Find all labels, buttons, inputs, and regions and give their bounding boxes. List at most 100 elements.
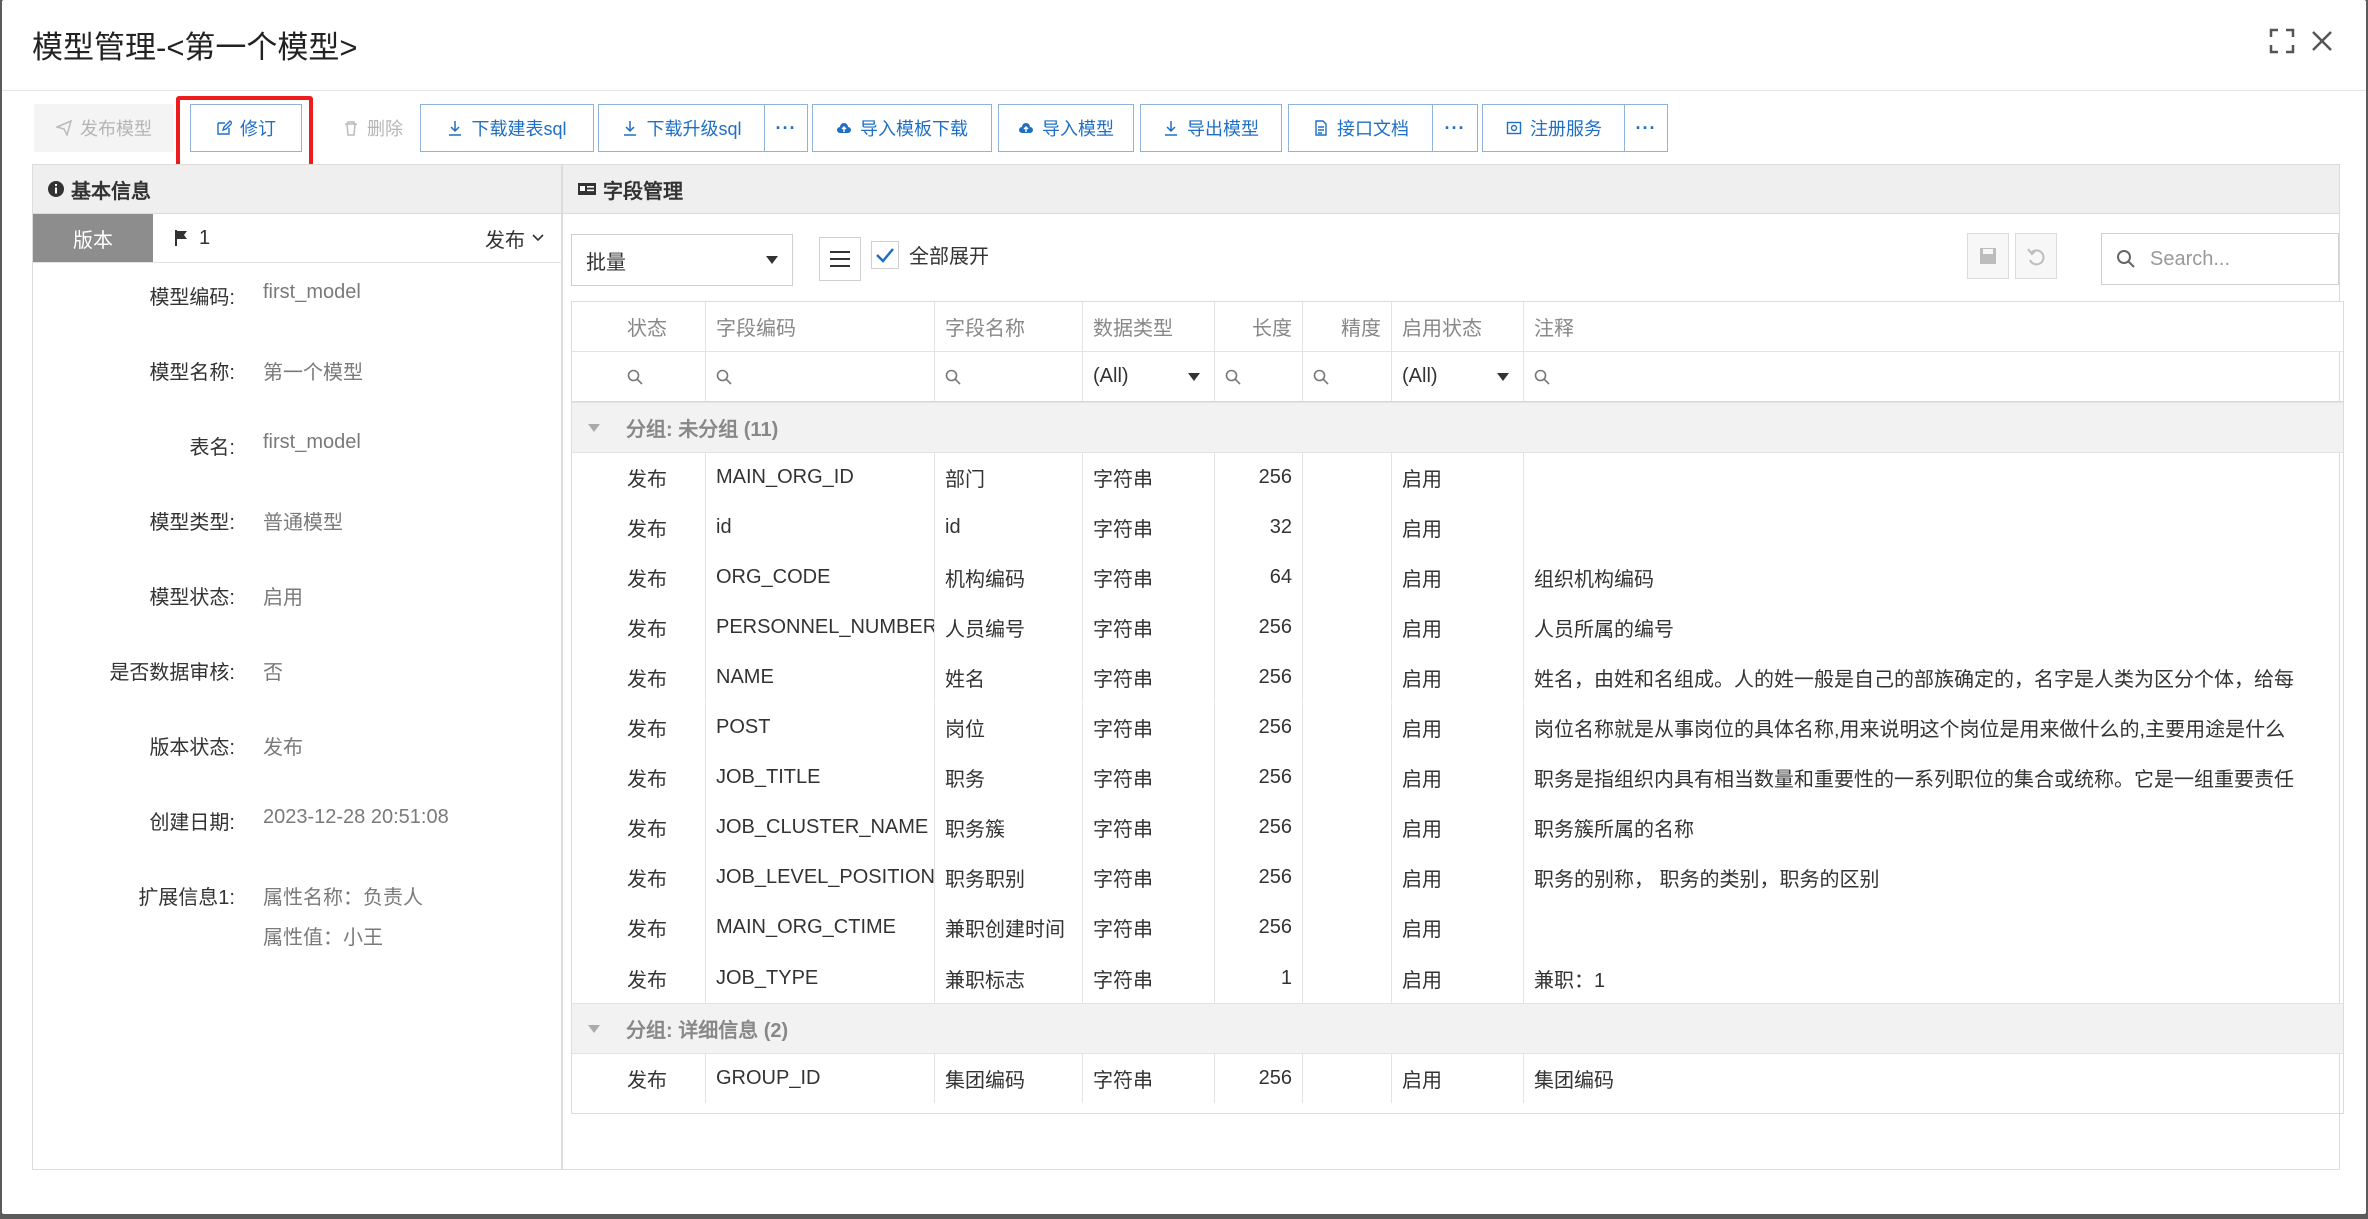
- version-status-select[interactable]: 发布: [485, 224, 561, 253]
- table-cell: 启用: [1392, 652, 1524, 703]
- table-row[interactable]: 发布 JOB_CLUSTER_NAME 职务簇 字符串 256 启用 职务簇所属的名称: [572, 802, 2343, 853]
- search-icon: [627, 369, 643, 385]
- batch-select[interactable]: 批量: [571, 234, 793, 286]
- table-cell: 启用: [1392, 953, 1524, 1003]
- version-number: 1: [199, 226, 211, 249]
- table-cell: 发布: [572, 802, 706, 853]
- table-row[interactable]: 发布 MAIN_ORG_CTIME 兼职创建时间 字符串 256 启用: [572, 902, 2343, 953]
- toolbar: 发布模型 修订 删除 下载建表sql 下载升级sql ··· 导入模板下载 导入…: [34, 104, 2340, 154]
- filter-name[interactable]: [935, 352, 1083, 401]
- table-cell: 兼职创建时间: [935, 902, 1083, 953]
- table-cell: 组织机构编码: [1534, 568, 1654, 591]
- table-cell: [1303, 1053, 1392, 1103]
- table-cell: 集团编码: [935, 1053, 1083, 1103]
- field-management-panel: 字段管理 批量 全部展开 Search... 状态 字段编码 字段名称 数据类型…: [562, 164, 2344, 1170]
- table-cell: JOB_CLUSTER_NAME: [706, 802, 935, 853]
- filter-row: (All) (All): [572, 352, 2343, 402]
- filter-precision[interactable]: [1303, 352, 1392, 401]
- table-cell: [1303, 902, 1392, 953]
- filter-enable-status[interactable]: (All): [1392, 352, 1524, 401]
- table-row[interactable]: 发布 JOB_TYPE 兼职标志 字符串 1 启用 兼职：1: [572, 953, 2343, 1003]
- table-cell: 启用: [1392, 752, 1524, 803]
- table-cell: 字符串: [1083, 953, 1215, 1003]
- table-cell: 启用: [1392, 902, 1524, 953]
- table-cell: 字符串: [1083, 702, 1215, 753]
- table-cell: 职务: [935, 752, 1083, 803]
- table-cell: 岗位: [935, 702, 1083, 753]
- filter-length[interactable]: [1215, 352, 1303, 401]
- group-row[interactable]: 分组: 详细信息 (2): [572, 1003, 2343, 1054]
- filter-status[interactable]: [572, 352, 706, 401]
- import-template-download-button[interactable]: 导入模板下载: [812, 104, 992, 152]
- table-row[interactable]: 发布 NAME 姓名 字符串 256 启用 姓名，由姓和名组成。人的姓一般是自己的部族确定的…: [572, 652, 2343, 703]
- download-icon: [449, 121, 462, 136]
- search-icon: [716, 369, 732, 385]
- filter-data-type[interactable]: (All): [1083, 352, 1215, 401]
- table-row[interactable]: 发布 MAIN_ORG_ID 部门 字符串 256 启用: [572, 452, 2343, 502]
- doc-more-button[interactable]: ···: [1432, 104, 1478, 152]
- table-cell: [1303, 852, 1392, 903]
- sql-more-button[interactable]: ···: [764, 104, 808, 152]
- table-cell: [1303, 752, 1392, 803]
- expand-all-checkbox[interactable]: 全部展开: [871, 240, 989, 269]
- group-row[interactable]: 分组: 未分组 (11): [572, 402, 2343, 453]
- maximize-icon[interactable]: [2268, 27, 2296, 55]
- service-more-button[interactable]: ···: [1624, 104, 1668, 152]
- table-cell: 发布: [572, 652, 706, 703]
- caret-down-icon: [766, 256, 778, 264]
- register-service-button[interactable]: 注册服务: [1482, 104, 1626, 152]
- search-icon: [1225, 369, 1241, 385]
- model-dialog: 模型管理-<第一个模型> 发布模型 修订 删除 下载建表sql 下载升级sql …: [2, 0, 2366, 1214]
- table-cell: [1303, 802, 1392, 853]
- table-row[interactable]: 发布 GROUP_ID 集团编码 字符串 256 启用 集团编码: [572, 1053, 2343, 1103]
- api-doc-button[interactable]: 接口文档: [1288, 104, 1434, 152]
- import-model-button[interactable]: 导入模型: [998, 104, 1134, 152]
- table-row[interactable]: 发布 id id 字符串 32 启用: [572, 502, 2343, 553]
- download-upgrade-sql-button[interactable]: 下载升级sql: [598, 104, 766, 152]
- delete-button[interactable]: 删除: [316, 104, 430, 152]
- filter-comment[interactable]: [1524, 352, 2343, 401]
- save-icon: [1980, 248, 1996, 264]
- id-card-icon: [578, 183, 596, 195]
- close-icon[interactable]: [2308, 27, 2336, 55]
- table-cell: [1303, 452, 1392, 502]
- export-model-button[interactable]: 导出模型: [1140, 104, 1282, 152]
- menu-icon: [830, 251, 850, 267]
- search-icon: [1313, 369, 1329, 385]
- table-row[interactable]: 发布 JOB_TITLE 职务 字符串 256 启用 职务是指组织内具有相当数量和重要性的一…: [572, 752, 2343, 803]
- download-create-sql-button[interactable]: 下载建表sql: [420, 104, 594, 152]
- table-cell: 职务是指组织内具有相当数量和重要性的一系列职位的集合或统称。它是一组重要责任: [1534, 769, 2294, 792]
- search-icon: [945, 369, 961, 385]
- table-cell: 字符串: [1083, 1053, 1215, 1103]
- search-icon: [1534, 369, 1550, 385]
- info-icon: [48, 181, 64, 197]
- table-cell: 发布: [572, 752, 706, 803]
- filter-code[interactable]: [706, 352, 935, 401]
- publish-model-button[interactable]: 发布模型: [34, 104, 174, 152]
- save-button[interactable]: [1967, 233, 2009, 279]
- table-cell: 256: [1215, 452, 1303, 502]
- table-cell: 兼职标志: [935, 953, 1083, 1003]
- grid-header: 状态 字段编码 字段名称 数据类型 长度 精度 启用状态 注释: [572, 302, 2343, 352]
- version-tab[interactable]: 版本: [33, 214, 153, 262]
- caret-down-icon: [1188, 372, 1200, 381]
- table-cell: 32: [1215, 502, 1303, 553]
- table-cell: ORG_CODE: [706, 552, 935, 603]
- table-row[interactable]: 发布 PERSONNEL_NUMBER 人员编号 字符串 256 启用 人员所属的编号: [572, 602, 2343, 653]
- trash-icon: [345, 121, 357, 136]
- caret-down-icon: [1497, 372, 1509, 381]
- table-row[interactable]: 发布 POST 岗位 字符串 256 启用 岗位名称就是从事岗位的具体名称,用来说明这个岗位…: [572, 702, 2343, 753]
- download-icon: [624, 121, 637, 136]
- table-cell: 发布: [572, 1053, 706, 1103]
- cloud-upload-icon: [837, 123, 851, 133]
- search-input[interactable]: Search...: [2101, 233, 2339, 285]
- download-icon: [1165, 121, 1177, 136]
- table-row[interactable]: 发布 JOB_LEVEL_POSITION 职务职别 字符串 256 启用 职务的别称， 职…: [572, 852, 2343, 903]
- undo-icon: [2027, 248, 2045, 266]
- table-cell: [1303, 953, 1392, 1003]
- column-chooser-button[interactable]: [819, 237, 861, 281]
- table-cell: 发布: [572, 452, 706, 502]
- undo-button[interactable]: [2015, 233, 2057, 279]
- table-cell: 字符串: [1083, 502, 1215, 553]
- table-row[interactable]: 发布 ORG_CODE 机构编码 字符串 64 启用 组织机构编码: [572, 552, 2343, 603]
